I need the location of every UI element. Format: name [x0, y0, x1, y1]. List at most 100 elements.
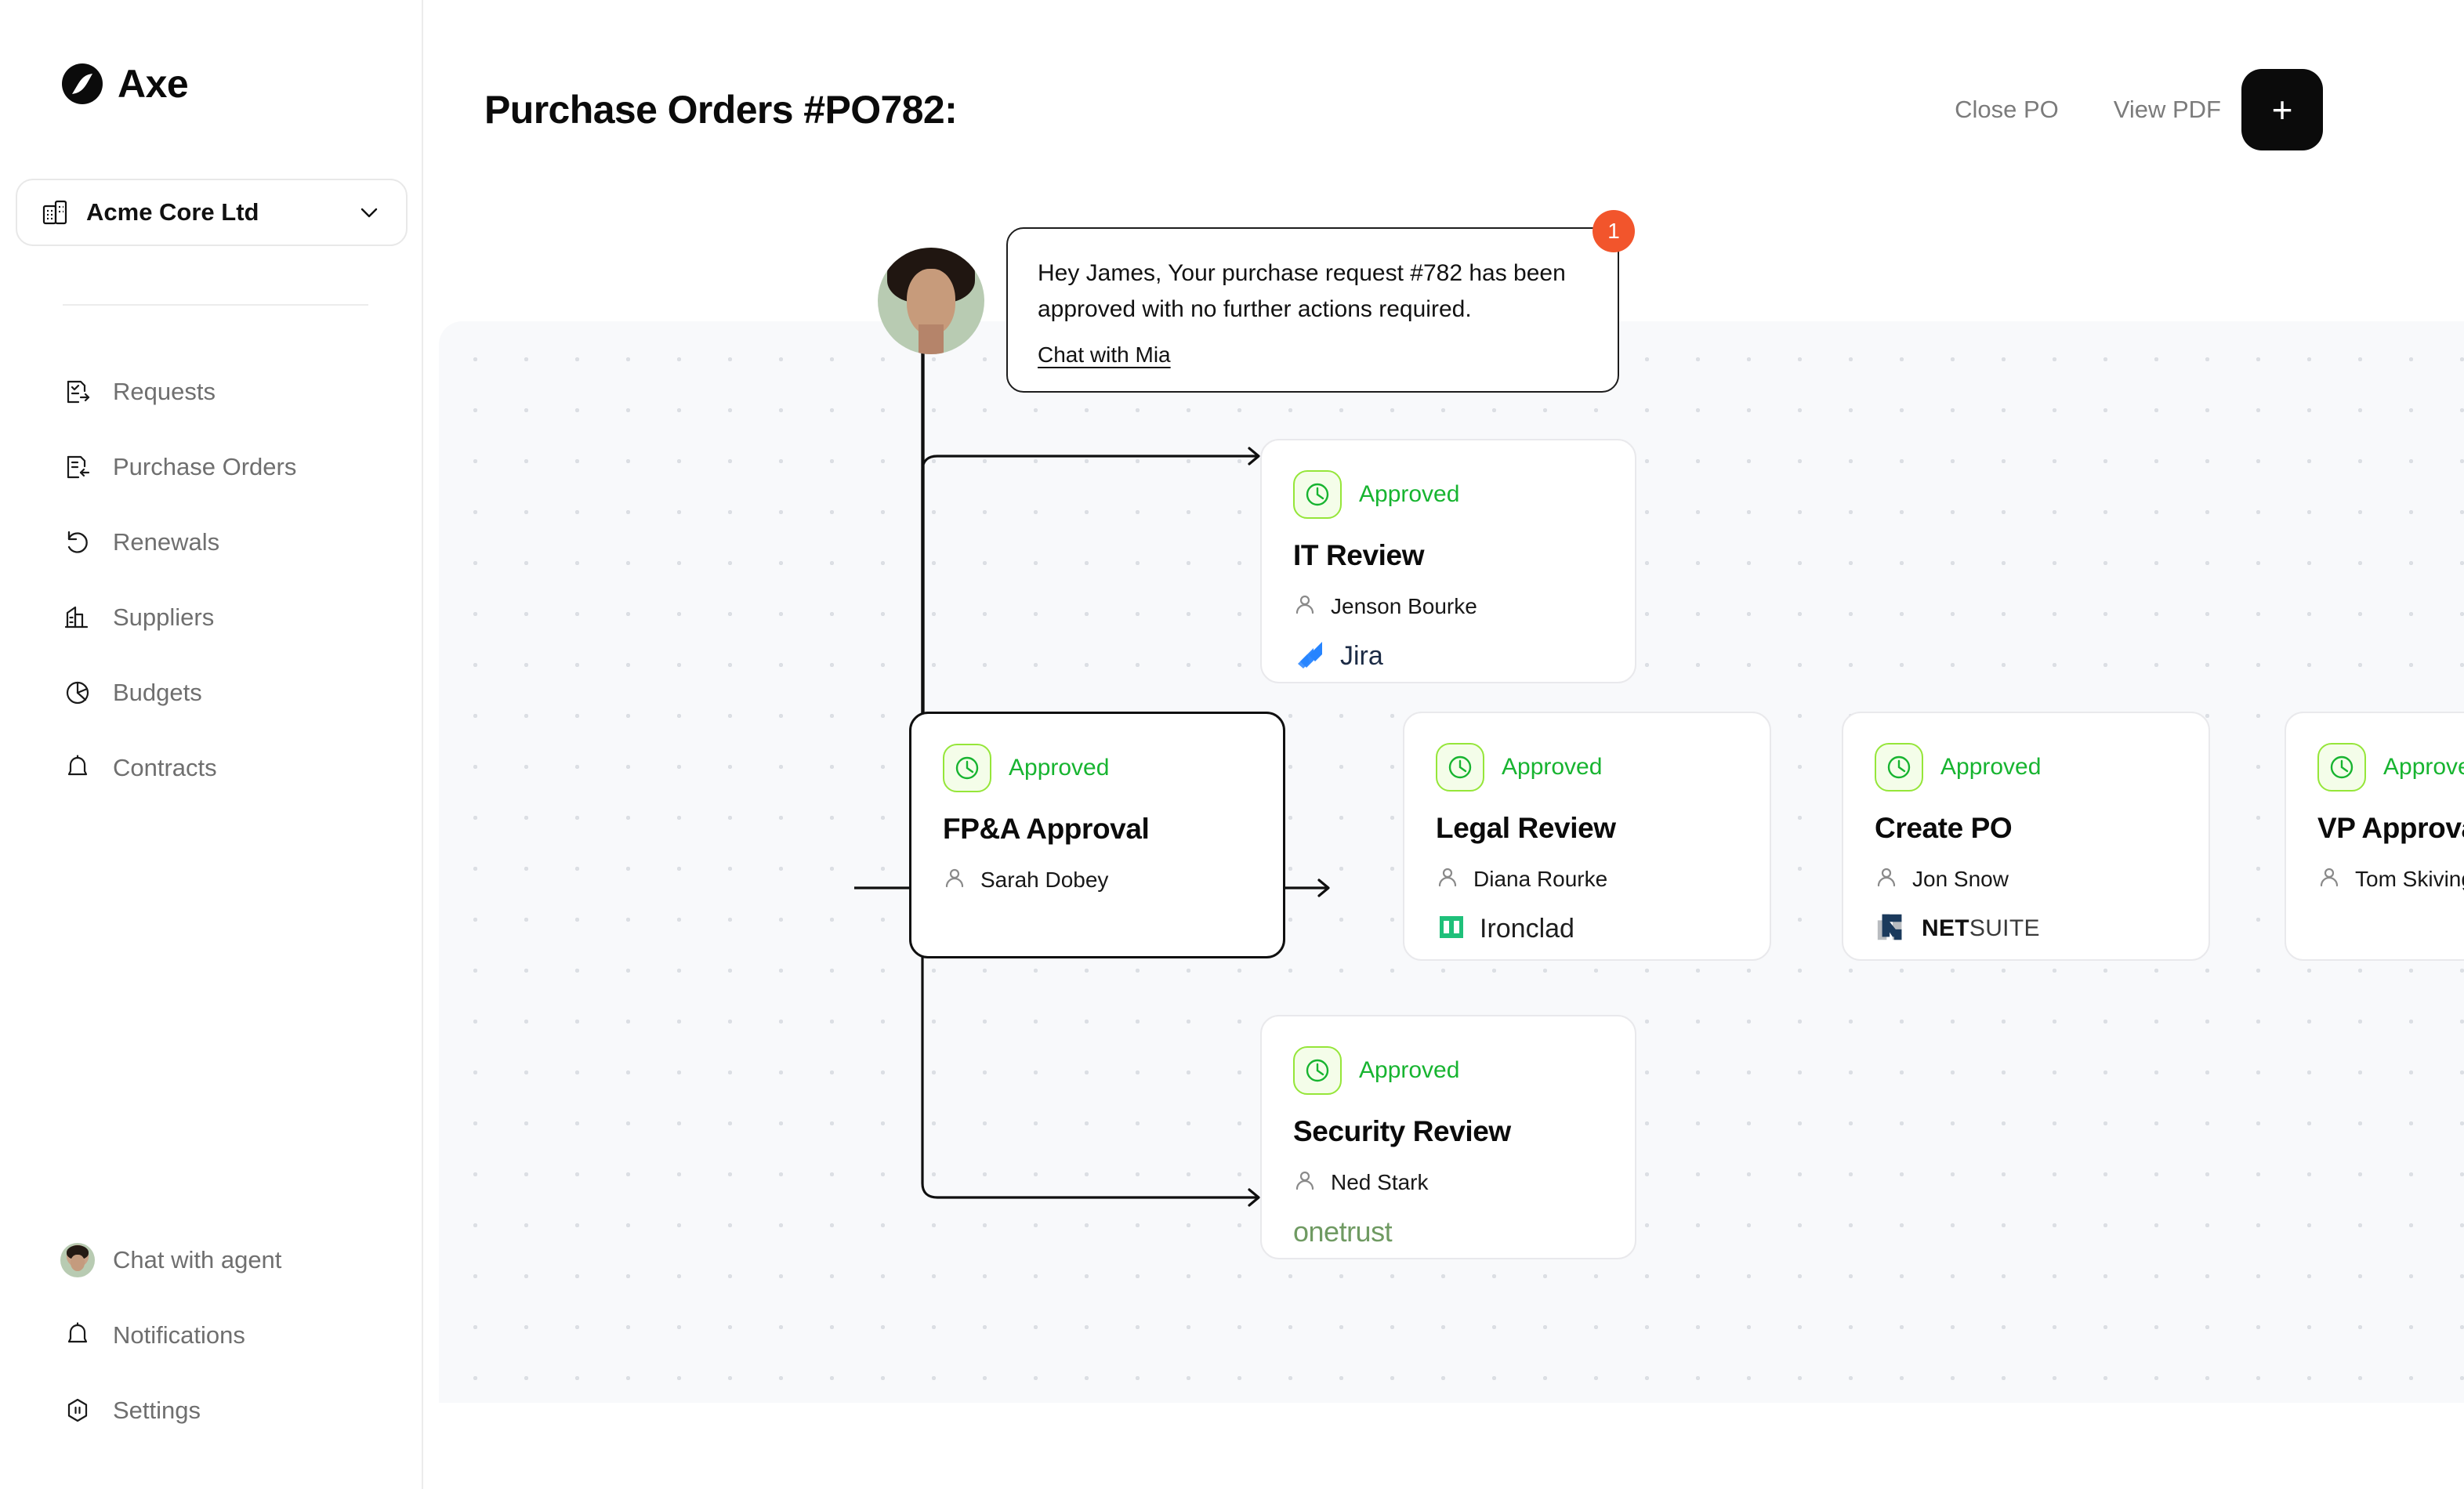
- chat-with-mia-link[interactable]: Chat with Mia: [1038, 342, 1171, 368]
- sidebar-item-label: Renewals: [113, 528, 220, 556]
- clock-icon: [1293, 1046, 1342, 1095]
- sidebar-item-label: Suppliers: [113, 603, 215, 631]
- node-assignee: Jon Snow: [1875, 865, 2177, 893]
- bell-icon: [63, 753, 92, 783]
- close-po-button[interactable]: Close PO: [1955, 96, 2059, 124]
- assignee-name: Tom Skivington: [2355, 866, 2464, 891]
- axe-circle-logo-icon: [61, 63, 103, 105]
- netsuite-light-part: SUITE: [1969, 915, 2040, 941]
- node-title: IT Review: [1293, 539, 1425, 571]
- netsuite-bold-part: NET: [1922, 915, 1969, 941]
- sidebar-item-label: Chat with agent: [113, 1246, 282, 1273]
- person-icon: [1875, 865, 1898, 893]
- node-assignee: Ned Stark: [1293, 1168, 1603, 1196]
- node-assignee: Tom Skivington: [2317, 865, 2464, 893]
- sidebar-item-label: Notifications: [113, 1321, 245, 1349]
- plus-icon: +: [2271, 89, 2293, 130]
- status-label: Approved: [1940, 754, 2042, 780]
- main-content: Purchase Orders #PO782: Close PO View PD…: [423, 0, 2464, 1489]
- status-label: Approved: [1359, 1057, 1460, 1083]
- workflow-node-fpa-approval[interactable]: Approved FP&A Approval Sarah Dobey: [909, 712, 1285, 958]
- sidebar-item-label: Contracts: [113, 754, 217, 781]
- node-assignee: Diana Rourke: [1436, 865, 1738, 893]
- document-arrow-right-icon: [63, 377, 92, 407]
- workflow-node-legal-review[interactable]: Approved Legal Review Diana Rourke Ironc…: [1403, 712, 1771, 961]
- status-label: Approved: [2383, 754, 2464, 780]
- app-root: Axe Acme Core Ltd Requests Purchase Orde…: [0, 0, 2464, 1489]
- workflow-node-create-po[interactable]: Approved Create PO Jon Snow NETSUITE: [1842, 712, 2210, 961]
- node-title: FP&A Approval: [943, 813, 1150, 845]
- status-label: Approved: [1502, 754, 1603, 780]
- sidebar-item-contracts[interactable]: Contracts: [0, 730, 422, 806]
- agent-avatar-icon: [878, 248, 984, 354]
- sidebar-item-purchase-orders[interactable]: Purchase Orders: [0, 429, 422, 505]
- clock-icon: [1875, 743, 1923, 792]
- brand-name: Axe: [118, 62, 189, 106]
- sidebar-item-notifications[interactable]: Notifications: [0, 1298, 422, 1373]
- sidebar-item-renewals[interactable]: Renewals: [0, 505, 422, 580]
- assignee-name: Ned Stark: [1331, 1169, 1429, 1194]
- view-pdf-button[interactable]: View PDF: [2114, 96, 2221, 124]
- node-title: Create PO: [1875, 812, 2013, 844]
- chevron-down-icon[interactable]: [356, 199, 382, 226]
- building-icon: [63, 603, 92, 632]
- assignee-name: Diana Rourke: [1473, 866, 1608, 891]
- assignee-name: Jon Snow: [1912, 866, 2009, 891]
- person-icon: [1293, 1168, 1317, 1196]
- rotate-ccw-icon: [63, 527, 92, 557]
- onetrust-logo-icon: onetrust: [1293, 1215, 1393, 1248]
- clock-icon: [2317, 743, 2366, 792]
- agent-avatar-icon: [60, 1243, 95, 1277]
- ironclad-logo-icon: [1436, 911, 1467, 947]
- page-header: Purchase Orders #PO782: Close PO View PD…: [423, 0, 2464, 194]
- node-assignee: Sarah Dobey: [943, 866, 1252, 893]
- org-name: Acme Core Ltd: [86, 198, 259, 226]
- page-title: Purchase Orders #PO782:: [484, 88, 958, 132]
- sidebar-item-budgets[interactable]: Budgets: [0, 655, 422, 730]
- sidebar-item-label: Requests: [113, 378, 216, 405]
- node-title: Legal Review: [1436, 812, 1616, 844]
- agent-message: Hey James, Your purchase request #782 ha…: [878, 210, 1635, 393]
- integration-name: Ironclad: [1480, 913, 1574, 944]
- sidebar-item-label: Purchase Orders: [113, 453, 297, 480]
- sidebar-item-suppliers[interactable]: Suppliers: [0, 580, 422, 655]
- person-icon: [1293, 592, 1317, 620]
- node-integration[interactable]: Jira: [1293, 637, 1603, 675]
- assignee-name: Jenson Bourke: [1331, 593, 1477, 618]
- message-bubble: Hey James, Your purchase request #782 ha…: [1006, 210, 1635, 393]
- workflow-canvas[interactable]: Approved FP&A Approval Sarah Dobey Appro…: [439, 321, 2464, 1403]
- clock-icon: [943, 744, 991, 792]
- sidebar-item-requests[interactable]: Requests: [0, 354, 422, 429]
- assignee-name: Sarah Dobey: [980, 867, 1109, 892]
- status-badge: Approved: [2317, 743, 2464, 792]
- org-switcher[interactable]: Acme Core Ltd: [16, 179, 408, 246]
- add-button[interactable]: +: [2241, 69, 2323, 150]
- integration-name: Jira: [1340, 640, 1383, 671]
- status-badge: Approved: [943, 744, 1252, 792]
- status-badge: Approved: [1436, 743, 1738, 792]
- person-icon: [1436, 865, 1459, 893]
- node-integration[interactable]: onetrust: [1293, 1213, 1603, 1251]
- netsuite-logo-icon: [1875, 910, 1909, 948]
- hexagon-pause-icon: [63, 1396, 92, 1426]
- pie-chart-icon: [63, 678, 92, 708]
- clock-icon: [1293, 470, 1342, 519]
- node-title: VP Approval: [2317, 812, 2464, 844]
- sidebar-item-chat-with-agent[interactable]: Chat with agent: [0, 1223, 422, 1298]
- sidebar-bottom-nav: Chat with agent Notifications Settings: [0, 1223, 422, 1448]
- sidebar-nav: Requests Purchase Orders Renewals Suppli…: [0, 354, 422, 806]
- notification-count-badge: 1: [1593, 210, 1635, 252]
- sidebar-divider: [63, 304, 368, 306]
- workflow-node-it-review[interactable]: Approved IT Review Jenson Bourke Jira: [1260, 439, 1636, 683]
- node-integration[interactable]: Ironclad: [1436, 910, 1738, 947]
- sidebar-item-label: Settings: [113, 1397, 201, 1424]
- brand[interactable]: Axe: [0, 0, 422, 107]
- sidebar-item-settings[interactable]: Settings: [0, 1373, 422, 1448]
- jira-logo-icon: [1293, 637, 1328, 676]
- node-integration[interactable]: NETSUITE: [1875, 910, 2177, 947]
- document-arrow-left-icon: [63, 452, 92, 482]
- node-title: Security Review: [1293, 1115, 1511, 1147]
- workflow-node-security-review[interactable]: Approved Security Review Ned Stark onetr…: [1260, 1015, 1636, 1259]
- status-badge: Approved: [1875, 743, 2177, 792]
- workflow-node-vp-approval[interactable]: Approved VP Approval Tom Skivington: [2285, 712, 2464, 961]
